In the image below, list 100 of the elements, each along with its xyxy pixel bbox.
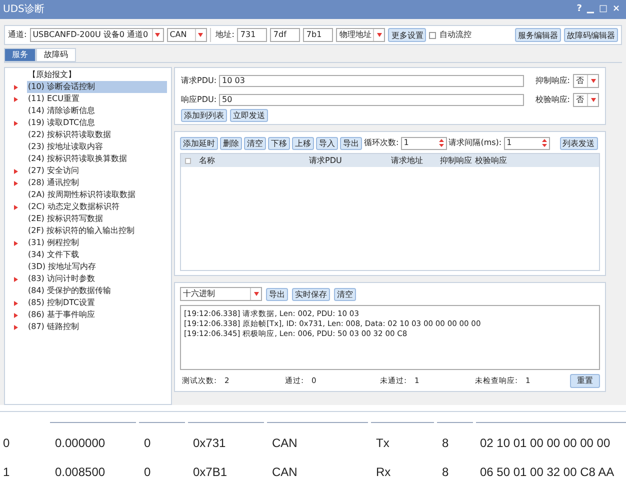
dropdown-caret-icon[interactable] [250, 288, 261, 300]
spinner-arrows-icon[interactable] [438, 139, 446, 147]
reset-button[interactable]: 重置 [570, 374, 600, 388]
suppress-response-label: 抑制响应: [535, 75, 570, 87]
more-settings-button[interactable]: 更多设置 [388, 28, 426, 42]
list-action-button[interactable]: 下移 [268, 136, 290, 150]
response-pdu-label: 响应PDU: [181, 94, 216, 106]
tree-item[interactable]: (22) 按标识符读取数据 [27, 129, 167, 141]
list-action-button[interactable]: 导入 [316, 136, 338, 150]
device-dropdown[interactable]: USBCANFD-200U 设备0 通道0 [30, 28, 164, 42]
table-cell-text: 0.000000 [55, 434, 106, 452]
expand-arrow-icon[interactable] [14, 240, 18, 246]
auto-flow-checkbox[interactable] [429, 32, 436, 38]
column-header: 抑制响应 [440, 154, 473, 166]
interval-spinner[interactable]: 1 [504, 136, 550, 150]
add-to-list-button[interactable]: 添加到列表 [181, 109, 227, 122]
channel-label: 通道: [8, 29, 27, 41]
tree-item[interactable]: (28) 通讯控制 [27, 177, 167, 189]
tree-item[interactable]: (2F) 按标识符的输入输出控制 [27, 225, 167, 237]
protocol-dropdown[interactable]: CAN [166, 28, 207, 42]
verify-response-label: 校验响应: [535, 94, 570, 106]
list-send-button[interactable]: 列表发送 [560, 136, 598, 150]
table-cell-text: 8 [442, 434, 450, 452]
tree-item[interactable]: (84) 受保护的数据传输 [27, 285, 167, 297]
expand-arrow-icon[interactable] [14, 96, 18, 102]
auto-flow-label: 自动流控 [439, 29, 472, 41]
expand-arrow-icon[interactable] [14, 168, 18, 174]
table-cell-text: 0 [144, 434, 152, 452]
tree-item[interactable]: (2C) 动态定义数据标识符 [27, 201, 167, 213]
tree-item[interactable]: (27) 安全访问 [27, 165, 167, 177]
window-title: UDS诊断 [3, 2, 44, 17]
table-cell-text: Tx [376, 434, 390, 452]
tree-item[interactable]: (83) 访问计时参数 [27, 273, 167, 285]
dropdown-caret-icon[interactable] [587, 75, 598, 87]
tree-item[interactable]: (2E) 按标识符写数据 [27, 213, 167, 225]
service-editor-button[interactable]: 服务编辑器 [515, 28, 561, 42]
tree-item[interactable]: (34) 文件下载 [27, 249, 167, 261]
tree-root-item[interactable]: 【原始报文】 [5, 69, 171, 81]
spinner-arrows-icon[interactable] [540, 139, 549, 147]
dropdown-caret-icon[interactable] [373, 29, 384, 41]
log-action-button[interactable]: 实时保存 [292, 288, 330, 300]
table-cell-text: 06 50 01 00 32 00 C8 AA [480, 464, 616, 480]
tab[interactable]: 故障码 [36, 48, 76, 62]
expand-arrow-icon[interactable] [14, 324, 18, 330]
log-action-button[interactable]: 清空 [334, 288, 356, 300]
expand-arrow-icon[interactable] [14, 312, 18, 318]
expand-arrow-icon[interactable] [14, 84, 18, 90]
tree-item[interactable]: (87) 链路控制 [27, 321, 167, 333]
suppress-response-dropdown[interactable]: 否 [573, 74, 599, 88]
table-cell-text: CAN [272, 434, 298, 452]
list-action-button[interactable]: 导出 [340, 136, 362, 150]
tree-item[interactable]: (85) 控制DTC设置 [27, 297, 167, 309]
table-cell-text: 1 [3, 464, 11, 480]
expand-arrow-icon[interactable] [14, 276, 18, 282]
address-field[interactable]: 731 [237, 28, 268, 42]
format-dropdown[interactable]: 十六进制 [180, 287, 262, 301]
expand-arrow-icon[interactable] [14, 204, 18, 210]
expand-arrow-icon[interactable] [14, 300, 18, 306]
tree-item[interactable]: (24) 按标识符读取换算数据 [27, 153, 167, 165]
tree-item[interactable]: (2A) 按周期性标识符读取数据 [27, 189, 167, 201]
interval-label: 请求间隔(ms): [448, 137, 502, 149]
tree-item[interactable]: (11) ECU重置 [27, 93, 167, 105]
dtc-editor-button[interactable]: 故障码编辑器 [564, 28, 618, 42]
expand-arrow-icon[interactable] [14, 120, 18, 126]
dropdown-caret-icon[interactable] [152, 29, 163, 41]
tree-item[interactable]: (86) 基于事件响应 [27, 309, 167, 321]
table-cell-text: 8 [442, 464, 450, 480]
tree-item[interactable]: (19) 读取DTC信息 [27, 117, 167, 129]
loop-count-label: 循环次数: [364, 137, 399, 149]
table-cell-text: CAN [272, 464, 298, 480]
column-header: 请求PDU [309, 154, 343, 166]
tree-item[interactable]: (23) 按地址读取内容 [27, 141, 167, 153]
response-pdu-field[interactable]: 50 [219, 94, 524, 106]
verify-response-dropdown[interactable]: 否 [573, 93, 599, 107]
request-pdu-field[interactable]: 10 03 [219, 75, 524, 87]
address-field[interactable]: 7df [270, 28, 300, 42]
send-now-button[interactable]: 立即发送 [230, 109, 268, 122]
column-header: 名称 [199, 154, 216, 166]
tree-item[interactable]: (10) 诊断会话控制 [27, 81, 167, 93]
log-action-button[interactable]: 导出 [266, 288, 288, 300]
address-field[interactable]: 7b1 [303, 28, 334, 42]
address-mode-dropdown[interactable]: 物理地址 [336, 28, 386, 42]
list-action-button[interactable]: 删除 [220, 136, 242, 150]
list-action-button[interactable]: 上移 [292, 136, 314, 150]
list-action-button[interactable]: 添加延时 [180, 136, 218, 150]
dropdown-caret-icon[interactable] [194, 29, 206, 41]
tree-item[interactable]: (3D) 按地址写内存 [27, 261, 167, 273]
expand-arrow-icon[interactable] [14, 180, 18, 186]
table-cell-text: 0x731 [193, 434, 227, 452]
tree-item[interactable]: (31) 例程控制 [27, 237, 167, 249]
loop-count-spinner[interactable]: 1 [400, 136, 447, 150]
dropdown-caret-icon[interactable] [587, 94, 598, 106]
table-cell-text: 0 [3, 434, 11, 452]
select-all-checkbox[interactable] [185, 158, 191, 164]
tab[interactable]: 服务 [4, 48, 36, 62]
column-header: 校验响应 [475, 154, 508, 166]
table-cell-text: 02 10 01 00 00 00 00 00 [480, 434, 612, 452]
address-label: 地址: [216, 29, 234, 41]
list-action-button[interactable]: 清空 [244, 136, 266, 150]
tree-item[interactable]: (14) 清除诊断信息 [27, 105, 167, 117]
